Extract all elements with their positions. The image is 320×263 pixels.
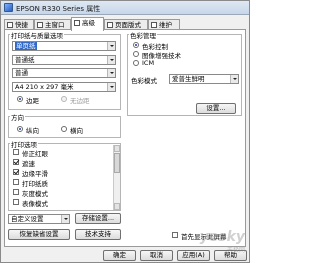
edge-smoothing-label: 边缘平滑 — [22, 170, 48, 178]
landscape-radio[interactable] — [61, 126, 67, 132]
high-speed-checkbox[interactable] — [13, 159, 19, 165]
print-quality-select[interactable]: 普通 — [12, 68, 116, 78]
advanced-page: 打印纸与质量选项 单页纸 普通纸 普通 A4 210 x 297 毫米 边距 无… — [4, 29, 246, 247]
watermark-main: yesky — [199, 229, 245, 245]
cancel-button[interactable]: 取消 — [140, 250, 173, 261]
borderless-radio[interactable] — [61, 96, 67, 102]
scroll-thumb[interactable] — [114, 153, 120, 173]
paper-texture-label: 打印纸质 — [22, 180, 48, 188]
advanced-icon — [74, 20, 80, 26]
tab-advanced[interactable]: 高级 — [71, 17, 104, 31]
tab-label: 高级 — [82, 19, 95, 27]
color-management-label: 色彩管理 — [129, 30, 157, 40]
custom-settings-value: 自定义设置 — [11, 215, 44, 223]
watermark-logo: yesky 天极网 — [200, 229, 245, 254]
paper-texture-checkbox[interactable] — [13, 179, 19, 185]
color-mode-select[interactable]: 爱普生鲜明 — [169, 74, 239, 84]
paper-source-select[interactable]: 单页纸 — [12, 41, 116, 51]
printer-app-icon — [4, 3, 13, 12]
edge-smoothing-checkbox[interactable] — [13, 169, 19, 175]
restore-defaults-button[interactable]: 恢复缺省设置 — [8, 229, 70, 240]
ok-button[interactable]: 确定 — [103, 250, 136, 261]
paper-size-value: A4 210 x 297 毫米 — [15, 83, 74, 91]
paper-type-value: 普通纸 — [15, 56, 35, 64]
chevron-down-icon — [230, 75, 238, 83]
chevron-down-icon — [61, 215, 69, 223]
chevron-down-icon — [107, 83, 115, 91]
tech-support-button[interactable]: 技术支持 — [75, 229, 121, 240]
tab-label: 页面版式 — [115, 21, 141, 29]
custom-settings-select[interactable]: 自定义设置 — [8, 214, 70, 224]
portrait-label: 纵向 — [26, 127, 39, 135]
show-first-checkbox[interactable] — [172, 232, 178, 238]
tab-label: 主窗口 — [45, 21, 65, 29]
main-window-icon — [37, 22, 43, 28]
paper-type-select[interactable]: 普通纸 — [12, 55, 116, 65]
red-eye-label: 修正红眼 — [22, 150, 48, 158]
paper-quality-label: 打印纸与质量选项 — [10, 30, 64, 40]
scroll-down-arrow-icon[interactable] — [114, 203, 120, 210]
quick-icon — [7, 22, 13, 28]
grayscale-label: 灰度模式 — [22, 190, 48, 198]
borderless-label: 无边距 — [70, 97, 90, 105]
tab-label: 维护 — [159, 21, 172, 29]
chevron-down-icon — [107, 56, 115, 64]
orientation-label: 方向 — [10, 112, 25, 122]
page-layout-icon — [107, 22, 113, 28]
chevron-down-icon — [107, 69, 115, 77]
photo-enhance-radio[interactable] — [133, 51, 139, 57]
printer-properties-window: EPSON R330 Series 属性 快捷 主窗口 高级 页面版式 维护 打… — [0, 0, 250, 263]
margin-label: 边距 — [26, 97, 39, 105]
chevron-down-icon — [107, 42, 115, 50]
print-options-scrollbar[interactable] — [113, 145, 120, 210]
paper-size-select[interactable]: A4 210 x 297 毫米 — [12, 82, 116, 92]
print-quality-value: 普通 — [15, 69, 28, 77]
maintenance-icon — [151, 22, 157, 28]
grayscale-checkbox[interactable] — [13, 189, 19, 195]
mirror-mode-checkbox[interactable] — [13, 199, 19, 205]
portrait-radio[interactable] — [17, 126, 23, 132]
icm-label: ICM — [142, 59, 155, 67]
mirror-mode-label: 表像模式 — [22, 200, 48, 208]
tab-label: 快捷 — [15, 21, 28, 29]
color-mode-label: 色彩模式 — [131, 77, 157, 85]
title-bar[interactable]: EPSON R330 Series 属性 — [1, 1, 249, 15]
paper-source-value: 单页纸 — [15, 42, 37, 50]
icm-radio[interactable] — [133, 60, 139, 66]
color-settings-button[interactable]: 设置... — [196, 103, 236, 114]
high-speed-label: 遮速 — [22, 160, 35, 168]
watermark-sub: 天极网 — [226, 247, 245, 254]
red-eye-checkbox[interactable] — [13, 149, 19, 155]
margin-radio[interactable] — [17, 96, 23, 102]
color-control-radio[interactable] — [133, 42, 139, 48]
landscape-label: 横向 — [70, 127, 83, 135]
save-settings-button[interactable]: 存储设置... — [75, 213, 121, 224]
window-title: EPSON R330 Series 属性 — [16, 5, 101, 13]
color-mode-value: 爱普生鲜明 — [172, 75, 205, 83]
scroll-up-arrow-icon[interactable] — [114, 145, 120, 152]
